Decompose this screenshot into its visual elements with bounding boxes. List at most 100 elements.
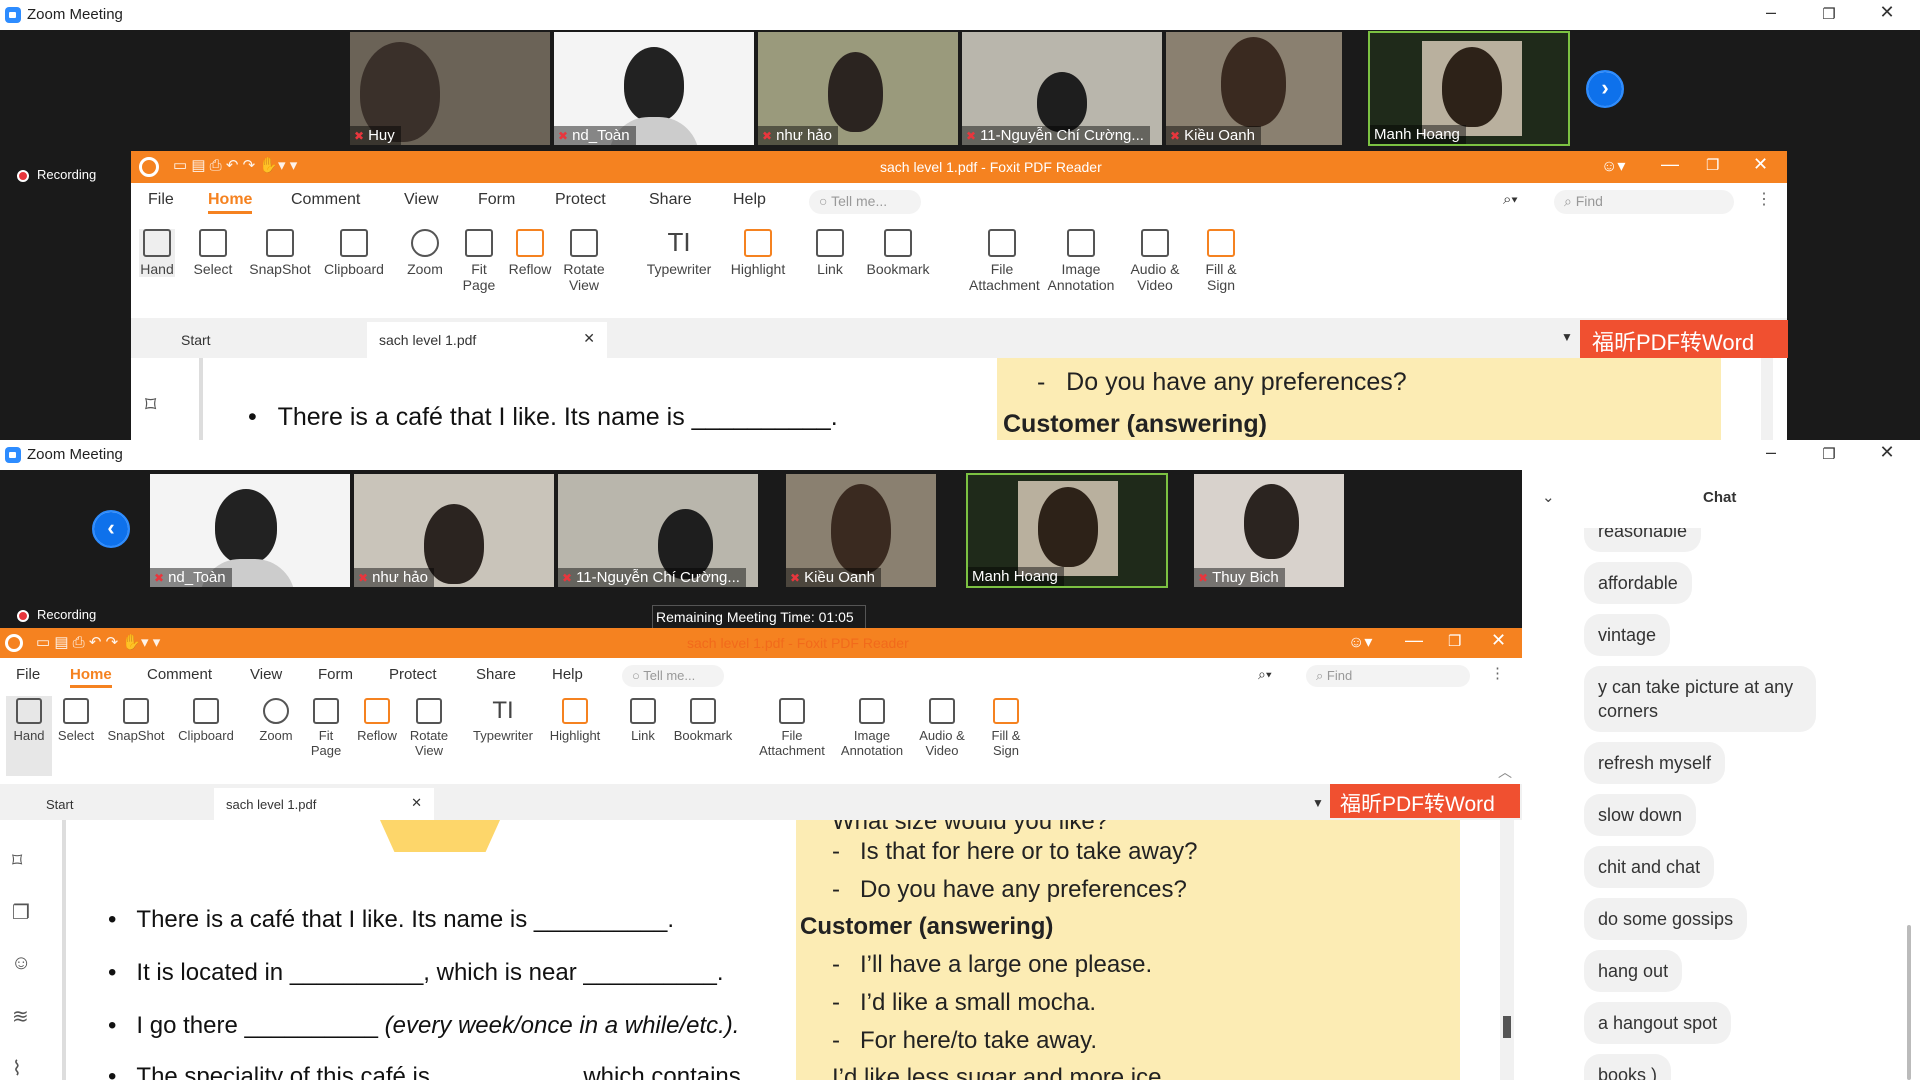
quick-access-toolbar-icons[interactable]: ▭ ▤ ⎙ ↶ ↷ ✋▾ ▾	[36, 633, 160, 651]
pages-panel-icon[interactable]: ❐	[12, 900, 30, 925]
file-attachment-button[interactable]: File Attachment	[754, 698, 830, 758]
reflow-button[interactable]: Reflow	[507, 229, 553, 277]
quick-access-toolbar-icons[interactable]: ▭ ▤ ⎙ ↶ ↷ ✋▾ ▾	[173, 156, 297, 174]
video-tile[interactable]: ✖ nd_Toàn	[150, 474, 350, 587]
zoom-button[interactable]: Zoom	[403, 229, 447, 277]
find-input[interactable]: ⌕ Find	[1306, 665, 1470, 687]
file-attachment-button[interactable]: File Attachment	[969, 229, 1040, 293]
menu-comment[interactable]: Comment	[147, 666, 212, 683]
bookmark-panel-icon[interactable]: ⌑	[12, 848, 22, 873]
minimize-button[interactable]: —	[1661, 154, 1679, 175]
snapshot-button[interactable]: SnapShot	[104, 698, 168, 743]
video-tile[interactable]: ✖ 11-Nguyễn Chí Cường...	[558, 474, 758, 587]
menu-help[interactable]: Help	[733, 191, 766, 209]
menu-share[interactable]: Share	[476, 666, 516, 683]
active-speaker-tile[interactable]: Manh Hoang	[966, 473, 1168, 588]
restore-button[interactable]: ❐	[1448, 632, 1461, 650]
audio-video-button[interactable]: Audio & Video	[914, 698, 970, 758]
search-options-icon[interactable]: ⌕▾	[1258, 666, 1272, 683]
rotate-view-button[interactable]: Rotate View	[406, 698, 452, 758]
typewriter-button[interactable]: TI Typewriter	[641, 229, 717, 277]
audio-video-button[interactable]: Audio & Video	[1126, 229, 1184, 293]
menu-view[interactable]: View	[404, 191, 438, 209]
hand-tool-button[interactable]: Hand	[6, 696, 52, 776]
clipboard-button[interactable]: Clipboard	[321, 229, 387, 277]
recording-indicator[interactable]: Recording	[17, 167, 96, 182]
menu-view[interactable]: View	[250, 666, 282, 683]
select-tool-button[interactable]: Select	[191, 229, 235, 277]
menu-help[interactable]: Help	[552, 666, 583, 683]
close-button[interactable]: ✕	[1872, 2, 1902, 23]
more-options-icon[interactable]: ⋮	[1756, 189, 1772, 209]
account-icon[interactable]: ☺▾	[1348, 632, 1372, 652]
comments-panel-icon[interactable]: ☺	[11, 952, 31, 975]
tab-start[interactable]: Start	[8, 788, 214, 820]
active-speaker-tile[interactable]: Manh Hoang	[1368, 31, 1570, 146]
image-annotation-button[interactable]: Image Annotation	[1043, 229, 1119, 293]
vertical-scrollbar[interactable]	[1500, 820, 1514, 1080]
tell-me-input[interactable]: ○ Tell me...	[622, 665, 724, 687]
video-tile[interactable]: ✖ Kiều Oanh	[1166, 32, 1342, 145]
video-tile[interactable]: ✖ như hảo	[758, 32, 958, 145]
tab-start[interactable]: Start	[141, 322, 361, 358]
menu-protect[interactable]: Protect	[555, 191, 606, 209]
video-tile[interactable]: ✖ nd_Toàn	[554, 32, 754, 145]
video-tile[interactable]: ✖ Huy	[350, 32, 550, 145]
reflow-button[interactable]: Reflow	[354, 698, 400, 743]
previous-page-button[interactable]: ‹	[92, 510, 130, 548]
menu-protect[interactable]: Protect	[389, 666, 437, 683]
highlight-button[interactable]: Highlight	[544, 698, 606, 743]
menu-home[interactable]: Home	[208, 191, 253, 214]
menu-file[interactable]: File	[148, 191, 174, 209]
collapse-ribbon-icon[interactable]: ︿	[1498, 762, 1512, 782]
snapshot-button[interactable]: SnapShot	[245, 229, 315, 277]
bookmark-button[interactable]: Bookmark	[668, 698, 738, 743]
link-button[interactable]: Link	[625, 698, 661, 743]
video-tile[interactable]: ✖ Kiều Oanh	[786, 474, 936, 587]
zoom-button[interactable]: Zoom	[256, 698, 296, 743]
search-options-icon[interactable]: ⌕▾	[1503, 191, 1518, 208]
more-options-icon[interactable]: ⋮	[1490, 664, 1505, 682]
tab-list-dropdown-icon[interactable]: ▼	[1561, 330, 1573, 344]
link-button[interactable]: Link	[813, 229, 847, 277]
fit-page-button[interactable]: Fit Page	[459, 229, 499, 293]
fill-sign-button[interactable]: Fill & Sign	[984, 698, 1028, 758]
menu-share[interactable]: Share	[649, 191, 692, 209]
tab-document[interactable]: sach level 1.pdf ✕	[367, 322, 607, 358]
fit-page-button[interactable]: Fit Page	[304, 698, 348, 758]
account-icon[interactable]: ☺▾	[1601, 156, 1625, 176]
bookmark-panel-icon[interactable]: ⌑	[145, 392, 156, 418]
menu-form[interactable]: Form	[318, 666, 353, 683]
recording-indicator[interactable]: Recording	[17, 607, 96, 622]
pdf-to-word-banner[interactable]: 福昕PDF转Word	[1580, 320, 1788, 358]
maximize-button[interactable]: ❐	[1814, 5, 1844, 23]
close-tab-icon[interactable]: ✕	[583, 330, 595, 347]
close-button[interactable]: ✕	[1872, 442, 1902, 463]
menu-home[interactable]: Home	[70, 666, 112, 688]
minimize-button[interactable]: —	[1405, 630, 1423, 651]
minimize-button[interactable]: –	[1756, 2, 1786, 23]
menu-file[interactable]: File	[16, 666, 40, 683]
highlight-button[interactable]: Highlight	[725, 229, 791, 277]
next-page-button[interactable]: ›	[1586, 70, 1624, 108]
close-button[interactable]: ✕	[1491, 630, 1506, 651]
rotate-view-button[interactable]: Rotate View	[561, 229, 607, 293]
minimize-button[interactable]: –	[1756, 442, 1786, 463]
restore-button[interactable]: ❐	[1706, 156, 1719, 174]
maximize-button[interactable]: ❐	[1814, 445, 1844, 463]
video-tile[interactable]: ✖ 11-Nguyễn Chí Cường...	[962, 32, 1162, 145]
find-input[interactable]: ⌕ Find	[1554, 190, 1734, 214]
image-annotation-button[interactable]: Image Annotation	[836, 698, 908, 758]
video-tile[interactable]: ✖ như hảo	[354, 474, 554, 587]
menu-comment[interactable]: Comment	[291, 191, 360, 209]
fill-sign-button[interactable]: Fill & Sign	[1199, 229, 1243, 293]
select-tool-button[interactable]: Select	[56, 698, 96, 743]
tab-list-dropdown-icon[interactable]: ▼	[1312, 796, 1324, 810]
typewriter-button[interactable]: TI Typewriter	[468, 698, 538, 744]
tell-me-input[interactable]: ○ Tell me...	[809, 190, 921, 214]
pdf-to-word-banner[interactable]: 福昕PDF转Word	[1330, 784, 1520, 818]
tab-document[interactable]: sach level 1.pdf ✕	[214, 788, 434, 820]
bookmark-button[interactable]: Bookmark	[861, 229, 935, 277]
chat-collapse-chevron-icon[interactable]: ⌄	[1542, 488, 1555, 506]
video-tile[interactable]: ✖ Thuy Bich	[1194, 474, 1344, 587]
